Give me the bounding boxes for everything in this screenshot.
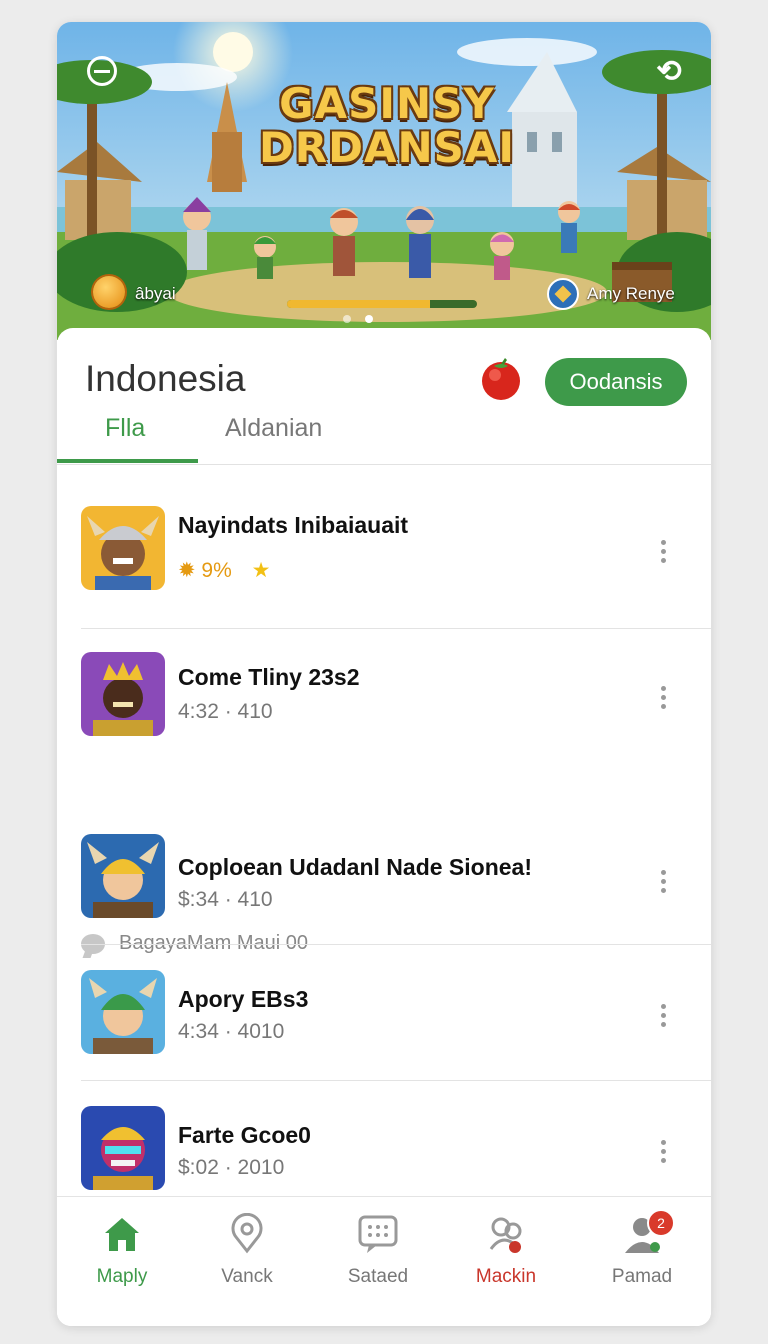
chat-icon xyxy=(358,1215,398,1253)
page-title: Indonesia xyxy=(85,358,246,399)
banner-title-line2: DRDANSAI xyxy=(258,123,516,172)
coin-label: âbyai xyxy=(135,284,176,303)
nav-label: Pamad xyxy=(611,1266,673,1287)
list-item-title: Come Tliny 23s2 xyxy=(178,664,360,690)
divider xyxy=(81,944,711,945)
tab-flla[interactable]: Flla xyxy=(105,414,145,443)
bottom-navigation: Maply Vanck Sataed Mackin Pamad 2 xyxy=(57,1196,711,1326)
banner-progress-fill xyxy=(287,300,430,308)
list-item[interactable]: Come Tliny 23s2 4:32 · 410 xyxy=(57,652,711,752)
banner-progress-bar xyxy=(287,300,477,308)
nav-item-pamad[interactable]: Pamad 2 xyxy=(587,1209,697,1288)
rating-text: ✹ 9% xyxy=(178,559,232,582)
nav-label: Vanck xyxy=(221,1266,273,1287)
more-options-icon[interactable] xyxy=(653,1000,673,1034)
home-icon xyxy=(105,1218,139,1251)
active-tab-indicator xyxy=(57,459,198,463)
section-label: BagayaMam Maui 00 xyxy=(119,932,308,954)
game-thumbnail xyxy=(81,1106,165,1190)
list-item-subtitle: $:34 · 410 xyxy=(178,888,273,911)
nav-item-maply[interactable]: Maply xyxy=(67,1213,177,1288)
carousel-dot[interactable] xyxy=(343,315,351,323)
banner-title: GASINSY DRDANSAI xyxy=(227,82,547,170)
more-options-icon[interactable] xyxy=(653,536,673,570)
notification-badge: 2 xyxy=(647,1209,675,1237)
refresh-icon[interactable]: ⟲ xyxy=(653,56,685,88)
primary-action-button[interactable]: Oodansis xyxy=(545,358,687,406)
coin-icon xyxy=(93,276,125,308)
list-item-title: Farte Gcoe0 xyxy=(178,1122,311,1148)
list-item-subtitle: 4:34 · 4010 xyxy=(178,1020,285,1043)
list-item-subtitle: $:02 · 2010 xyxy=(178,1156,285,1179)
location-icon xyxy=(231,1212,263,1254)
nav-label: Maply xyxy=(96,1266,148,1287)
carousel-dots[interactable] xyxy=(343,315,373,323)
game-thumbnail xyxy=(81,834,165,918)
divider xyxy=(81,628,711,629)
star-icon: ★ xyxy=(251,559,271,582)
more-options-icon[interactable] xyxy=(653,682,673,716)
list-item[interactable]: Apory EBs3 4:34 · 4010 xyxy=(57,970,711,1070)
game-banner[interactable]: GASINSY DRDANSAI ⟲ âbyai Amy Renye xyxy=(57,22,711,340)
more-options-icon[interactable] xyxy=(653,1136,673,1170)
banner-title-line1: GASINSY xyxy=(279,79,495,128)
list-item[interactable]: Farte Gcoe0 $:02 · 2010 xyxy=(57,1106,711,1206)
list-item[interactable]: Coploean Udadanl Nade Sionea! $:34 · 410 xyxy=(57,834,711,934)
nav-label: Mackin xyxy=(475,1266,537,1287)
game-thumbnail xyxy=(81,652,165,736)
player-name: Amy Renye xyxy=(587,284,675,303)
more-options-icon[interactable] xyxy=(653,866,673,900)
app-card: GASINSY DRDANSAI ⟲ âbyai Amy Renye Indon… xyxy=(57,22,711,1326)
list-item-title: Nayindats Inibaiauait xyxy=(178,512,409,538)
nav-label: Sataed xyxy=(347,1266,409,1287)
tabs-divider xyxy=(57,464,711,465)
list-item-title: Apory EBs3 xyxy=(178,986,309,1012)
nav-item-sataed[interactable]: Sataed xyxy=(323,1213,433,1288)
game-thumbnail xyxy=(81,970,165,1054)
content-panel: Indonesia Oodansis Flla Aldanian Nayinda… xyxy=(57,328,711,1326)
rating: ✹ 9% ★ xyxy=(178,558,270,583)
group-icon xyxy=(489,1217,522,1253)
player-badge-icon xyxy=(547,278,579,310)
nav-item-vanck[interactable]: Vanck xyxy=(192,1212,302,1288)
minimize-icon[interactable] xyxy=(87,56,117,86)
divider xyxy=(81,1080,711,1081)
tomato-icon[interactable] xyxy=(478,356,524,402)
nav-item-mackin[interactable]: Mackin xyxy=(451,1213,561,1288)
list-item-title: Coploean Udadanl Nade Sionea! xyxy=(178,854,532,880)
list-item[interactable]: Nayindats Inibaiauait ✹ 9% ★ xyxy=(57,506,711,606)
carousel-dot[interactable] xyxy=(365,315,373,323)
game-thumbnail xyxy=(81,506,165,590)
tab-aldanian[interactable]: Aldanian xyxy=(225,414,322,443)
list-item-subtitle: 4:32 · 410 xyxy=(178,700,273,723)
